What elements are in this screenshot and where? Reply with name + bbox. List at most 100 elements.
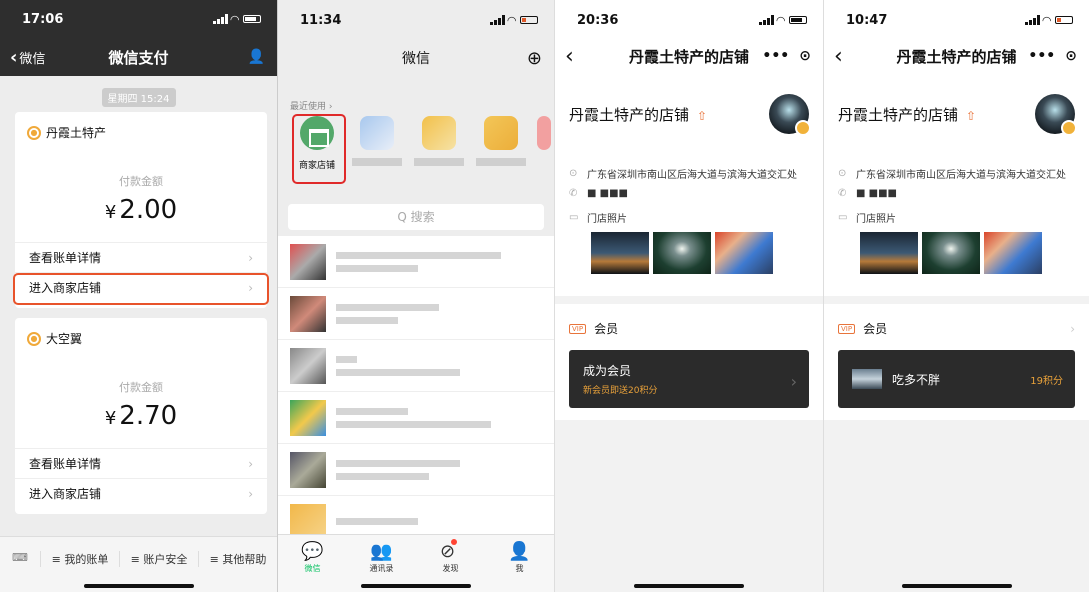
search-input[interactable]: Q 搜索: [288, 204, 544, 230]
list-item[interactable]: [278, 392, 554, 444]
mini-program[interactable]: [352, 116, 402, 166]
member-section-title: VIP 会员: [569, 320, 618, 337]
merchant-header[interactable]: ● 大空翼: [15, 318, 267, 359]
view-bill-label: 查看账单详情: [29, 251, 102, 265]
tab-me[interactable]: 👤 我: [485, 535, 554, 592]
phone-row[interactable]: ✆ ■ ■■■: [569, 188, 813, 199]
tab-label: 通讯录: [369, 564, 394, 573]
shop-name: 丹霞土特产的店铺 ⇧: [838, 104, 976, 125]
tab-label: 发现: [442, 564, 459, 573]
list-item[interactable]: [278, 236, 554, 288]
address-row[interactable]: ⊙ 广东省深圳市南山区后海大道与滨海大道交汇处: [569, 166, 813, 181]
battery-icon: [1055, 16, 1073, 24]
amount-value: 2.00: [119, 195, 178, 225]
add-icon[interactable]: ⊕: [527, 48, 542, 69]
list-item[interactable]: [278, 444, 554, 496]
store-photo[interactable]: [715, 232, 773, 274]
background-area: [555, 420, 823, 592]
home-indicator[interactable]: [634, 584, 744, 588]
battery-icon: [243, 15, 261, 23]
shop-panel-member: 10:47 ◠ ‹ 丹霞土特产的店铺 ••• ⊙ 丹霞土特产的店铺 ⇧ ⊙ 广东省深圳…: [823, 0, 1089, 592]
share-icon[interactable]: ⇧: [966, 109, 976, 123]
share-icon[interactable]: ⇧: [697, 109, 707, 123]
amount-value: 2.70: [119, 401, 178, 431]
merchant-header[interactable]: ● 丹霞土特产: [15, 112, 267, 153]
home-indicator[interactable]: [361, 584, 471, 588]
page-title: 微信支付: [108, 48, 169, 67]
view-bill-row[interactable]: 查看账单详情 ›: [15, 448, 267, 478]
avatar: [290, 295, 326, 332]
address-row[interactable]: ⊙ 广东省深圳市南山区后海大道与滨海大道交汇处: [838, 166, 1079, 181]
card-title: 成为会员: [583, 364, 632, 378]
wifi-icon: ◠: [1042, 13, 1051, 27]
phone-icon: ✆: [569, 188, 578, 199]
wifi-icon: ◠: [507, 13, 516, 27]
member-section-title[interactable]: VIP 会员 ›: [838, 320, 1075, 337]
back-label: 微信: [19, 51, 46, 67]
enter-shop-row[interactable]: 进入商家店铺 ›: [15, 478, 267, 508]
status-icons: ◠: [1024, 13, 1073, 27]
tab-chats[interactable]: 💬 微信: [278, 535, 347, 592]
list-item[interactable]: [278, 288, 554, 340]
back-button[interactable]: ‹ 微信: [10, 47, 45, 68]
card-thumbnail: [852, 369, 882, 389]
status-time: 17:06: [22, 11, 64, 27]
close-circle-icon[interactable]: ⊙: [799, 48, 811, 64]
home-indicator[interactable]: [901, 584, 1012, 588]
become-member-card[interactable]: 成为会员 新会员即送20积分 ›: [569, 350, 809, 408]
shop-name: 丹霞土特产的店铺 ⇧: [569, 104, 707, 125]
view-bill-row[interactable]: 查看账单详情 ›: [15, 242, 267, 272]
store-photo[interactable]: [922, 232, 980, 274]
capsule-menu[interactable]: ••• ⊙: [1028, 48, 1077, 64]
close-circle-icon[interactable]: ⊙: [1065, 48, 1077, 64]
notification-dot: [451, 539, 458, 545]
photo-gallery: [591, 232, 773, 274]
store-photo[interactable]: [591, 232, 649, 274]
shop-name-text: 丹霞土特产的店铺: [569, 105, 690, 124]
capsule-menu[interactable]: ••• ⊙: [762, 48, 811, 64]
blurred-text: [336, 298, 542, 330]
signal-icon: [489, 15, 505, 25]
nav-bar: ‹ 丹霞土特产的店铺 ••• ⊙: [824, 38, 1089, 74]
chevron-right-icon: ›: [248, 486, 253, 501]
image-icon: ▭: [569, 212, 579, 223]
shop-header: 丹霞土特产的店铺 ⇧: [838, 94, 1077, 136]
member-card[interactable]: 吃多不胖 19积分: [838, 350, 1075, 408]
keyboard-icon[interactable]: ⌨: [0, 551, 40, 564]
my-bill-button[interactable]: ≡ 我的账单: [40, 551, 119, 567]
more-icon[interactable]: •••: [1028, 48, 1055, 64]
signal-icon: [758, 15, 774, 25]
store-photo[interactable]: [984, 232, 1042, 274]
amount-label: 付款金额: [119, 381, 163, 394]
merchant-icon: ●: [27, 331, 41, 346]
other-help-button[interactable]: ≡ 其他帮助: [198, 551, 277, 567]
mini-program[interactable]: [534, 116, 554, 150]
home-indicator[interactable]: [83, 584, 194, 588]
back-button[interactable]: ‹: [565, 44, 574, 69]
app-icon: [360, 116, 394, 150]
recent-label: 最近使用 ›: [290, 102, 333, 112]
highlight-box: [292, 114, 346, 184]
profile-icon[interactable]: 👤: [248, 49, 265, 65]
chat-icon: 💬: [301, 541, 324, 562]
status-time: 20:36: [577, 12, 619, 28]
time-chip: 星期四 15:24: [101, 88, 176, 107]
list-item[interactable]: [278, 340, 554, 392]
card-points: 19积分: [1030, 375, 1063, 387]
divider: [555, 296, 823, 304]
shop-name-text: 丹霞土特产的店铺: [838, 105, 959, 124]
divider: [824, 296, 1089, 304]
mini-program[interactable]: [414, 116, 464, 166]
vip-icon: VIP: [838, 323, 856, 334]
tab-label: 我: [515, 564, 524, 573]
phone-row[interactable]: ✆ ■ ■■■: [838, 188, 1079, 199]
more-icon[interactable]: •••: [762, 48, 789, 64]
mini-program[interactable]: [476, 116, 526, 166]
photos-label: 门店照片: [856, 214, 896, 225]
signal-icon: [212, 14, 228, 24]
store-photo[interactable]: [653, 232, 711, 274]
store-photo[interactable]: [860, 232, 918, 274]
back-button[interactable]: ‹: [834, 44, 843, 69]
account-security-button[interactable]: ≡ 账户安全: [119, 551, 198, 567]
member-label: 会员: [863, 322, 888, 336]
